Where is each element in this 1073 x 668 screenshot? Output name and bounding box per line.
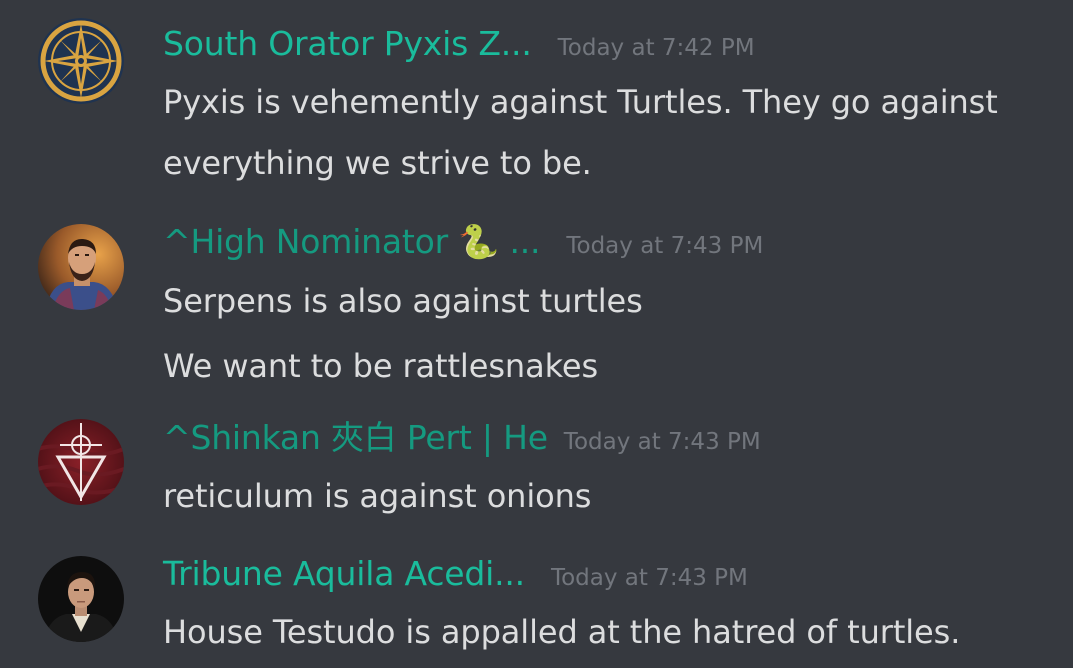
message-text: reticulum is against onions — [163, 477, 592, 515]
reticle-shield-icon — [38, 419, 124, 505]
timestamp: Today at 7:43 PM — [550, 565, 748, 591]
message-text: everything we strive to be. — [163, 144, 592, 182]
timestamp: Today at 7:43 PM — [563, 429, 761, 455]
chat-message-list: South Orator Pyxis Z... Today at 7:42 PM… — [0, 0, 1073, 668]
avatar[interactable] — [38, 556, 124, 642]
message-text: We want to be rattlesnakes — [163, 347, 599, 385]
username[interactable]: South Orator Pyxis Z... — [163, 24, 532, 64]
compass-crest-icon — [38, 18, 124, 104]
message-text: House Testudo is appalled at the hatred … — [163, 613, 961, 651]
timestamp: Today at 7:43 PM — [566, 233, 764, 259]
avatar[interactable] — [38, 18, 124, 104]
avatar[interactable] — [38, 224, 124, 310]
username[interactable]: ^High Nominator 🐍 ... — [163, 222, 541, 262]
avatar[interactable] — [38, 419, 124, 505]
username[interactable]: Tribune Aquila Acedi... — [163, 554, 525, 594]
message-text: Serpens is also against turtles — [163, 282, 643, 320]
username[interactable]: ^Shinkan 夾白 Pert | He — [163, 418, 548, 458]
bearded-man-portrait — [38, 224, 124, 310]
victorian-man-portrait — [38, 556, 124, 642]
timestamp: Today at 7:42 PM — [557, 35, 755, 61]
message-text: Pyxis is vehemently against Turtles. The… — [163, 83, 998, 121]
